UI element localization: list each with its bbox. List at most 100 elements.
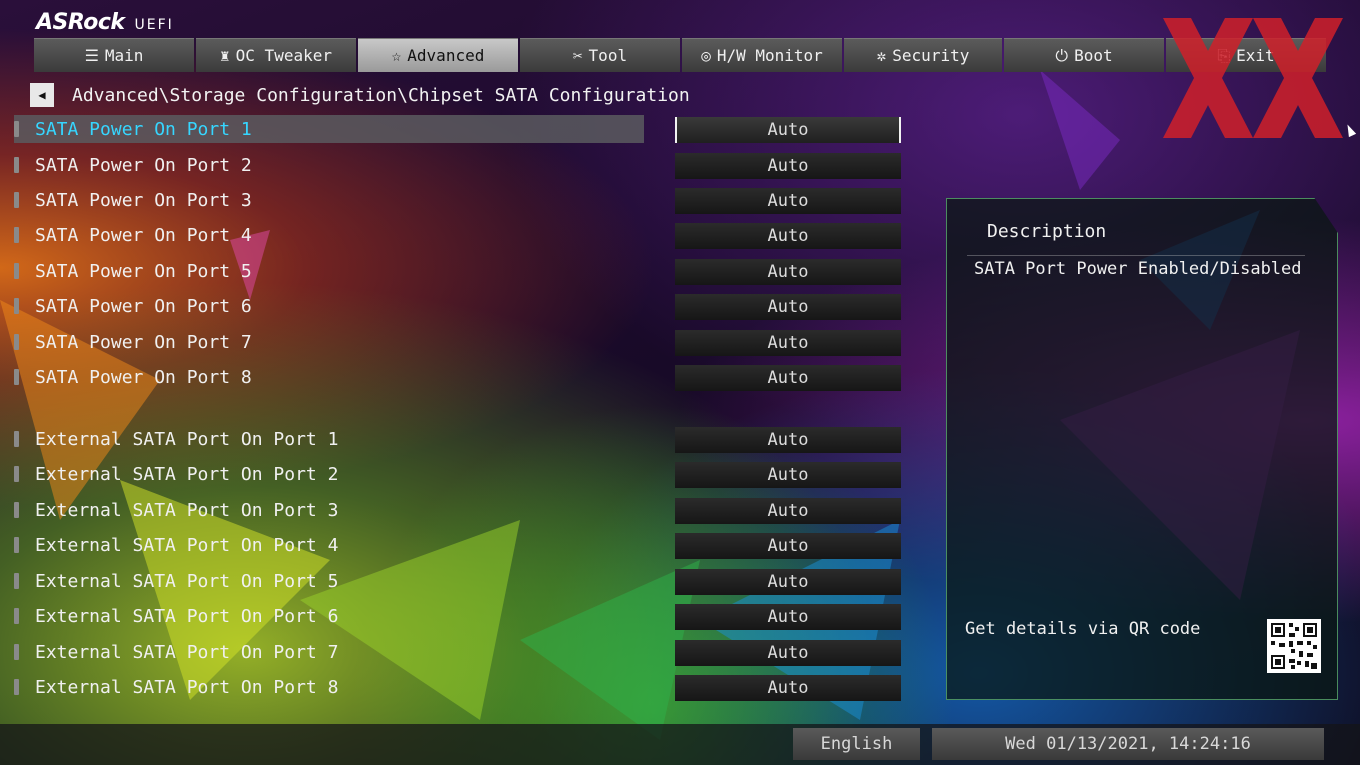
setting-label: External SATA Port On Port 5 [35, 570, 339, 592]
description-panel: Description SATA Port Power Enabled/Disa… [946, 198, 1338, 700]
value-select-external-sata-port-4[interactable]: Auto [675, 533, 901, 559]
setting-label: SATA Power On Port 1 [35, 118, 252, 140]
star-icon: ☆ [391, 46, 402, 65]
value-select-external-sata-port-1[interactable]: Auto [675, 427, 901, 453]
setting-label: External SATA Port On Port 2 [35, 463, 339, 485]
row-marker [14, 502, 19, 518]
tab-hw-monitor[interactable]: ◎ H/W Monitor [682, 38, 842, 72]
value-select-external-sata-port-5[interactable]: Auto [675, 569, 901, 595]
setting-label: External SATA Port On Port 7 [35, 641, 339, 663]
setting-label: External SATA Port On Port 4 [35, 534, 339, 556]
qr-code-icon [1267, 619, 1321, 673]
row-marker [14, 369, 19, 385]
setting-row-sata-power-port-1[interactable]: SATA Power On Port 1 [14, 115, 644, 143]
row-marker [14, 227, 19, 243]
breadcrumb-path: Advanced\Storage Configuration\Chipset S… [72, 84, 690, 106]
tab-tool[interactable]: ✂ Tool [520, 38, 680, 72]
description-divider [967, 255, 1305, 256]
tab-label: Advanced [407, 46, 485, 65]
setting-row-external-sata-port-6[interactable]: External SATA Port On Port 6 [14, 602, 644, 630]
row-marker [14, 466, 19, 482]
setting-label: External SATA Port On Port 6 [35, 605, 339, 627]
description-title: Description [987, 221, 1107, 242]
value-select-sata-power-port-6[interactable]: Auto [675, 294, 901, 320]
value-select-external-sata-port-7[interactable]: Auto [675, 640, 901, 666]
language-button[interactable]: English [793, 728, 920, 760]
row-marker [14, 263, 19, 279]
tab-label: Security [892, 46, 970, 65]
tab-label: OC Tweaker [235, 46, 332, 65]
value-select-external-sata-port-6[interactable]: Auto [675, 604, 901, 630]
tab-label: Tool [588, 46, 628, 65]
setting-label: SATA Power On Port 6 [35, 295, 252, 317]
value-select-sata-power-port-1[interactable]: Auto [675, 117, 901, 143]
power-icon: ⏻ [1055, 45, 1069, 65]
setting-row-external-sata-port-7[interactable]: External SATA Port On Port 7 [14, 638, 644, 666]
tab-security[interactable]: ✲ Security [844, 38, 1002, 72]
description-text: SATA Port Power Enabled/Disabled [974, 259, 1302, 279]
setting-row-sata-power-port-4[interactable]: SATA Power On Port 4 [14, 221, 644, 249]
value-select-sata-power-port-2[interactable]: Auto [675, 153, 901, 179]
row-marker [14, 192, 19, 208]
tab-boot[interactable]: ⏻ Boot [1004, 38, 1164, 72]
setting-label: SATA Power On Port 4 [35, 224, 252, 246]
setting-row-sata-power-port-6[interactable]: SATA Power On Port 6 [14, 292, 644, 320]
setting-label: External SATA Port On Port 1 [35, 428, 339, 450]
tab-label: Main [104, 46, 144, 65]
back-button[interactable]: ◀ [30, 83, 54, 107]
setting-row-sata-power-port-7[interactable]: SATA Power On Port 7 [14, 328, 644, 356]
setting-label: SATA Power On Port 3 [35, 189, 252, 211]
value-select-sata-power-port-7[interactable]: Auto [675, 330, 901, 356]
value-select-sata-power-port-4[interactable]: Auto [675, 223, 901, 249]
setting-row-sata-power-port-8[interactable]: SATA Power On Port 8 [14, 363, 644, 391]
row-marker [14, 121, 19, 137]
back-arrow-icon: ◀ [38, 88, 46, 102]
setting-row-external-sata-port-5[interactable]: External SATA Port On Port 5 [14, 567, 644, 595]
setting-row-external-sata-port-3[interactable]: External SATA Port On Port 3 [14, 496, 644, 524]
brand-name: ASRock [36, 10, 125, 35]
value-select-sata-power-port-5[interactable]: Auto [675, 259, 901, 285]
tab-oc-tweaker[interactable]: ♜ OC Tweaker [196, 38, 356, 72]
row-marker [14, 157, 19, 173]
setting-label: External SATA Port On Port 8 [35, 676, 339, 698]
value-select-external-sata-port-3[interactable]: Auto [675, 498, 901, 524]
value-select-external-sata-port-2[interactable]: Auto [675, 462, 901, 488]
setting-label: External SATA Port On Port 3 [35, 499, 339, 521]
setting-label: SATA Power On Port 5 [35, 260, 252, 282]
setting-row-external-sata-port-1[interactable]: External SATA Port On Port 1 [14, 425, 644, 453]
tab-main[interactable]: ☰ Main [34, 38, 194, 72]
date-time-display: Wed 01/13/2021, 14:24:16 [932, 728, 1324, 760]
setting-row-sata-power-port-5[interactable]: SATA Power On Port 5 [14, 257, 644, 285]
tab-advanced[interactable]: ☆ Advanced [358, 38, 518, 72]
breadcrumb: ◀ Advanced\Storage Configuration\Chipset… [30, 82, 690, 108]
tools-icon: ✂ [572, 46, 583, 65]
setting-row-external-sata-port-4[interactable]: External SATA Port On Port 4 [14, 531, 644, 559]
row-marker [14, 298, 19, 314]
setting-row-sata-power-port-3[interactable]: SATA Power On Port 3 [14, 186, 644, 214]
setting-row-external-sata-port-8[interactable]: External SATA Port On Port 8 [14, 673, 644, 701]
row-marker [14, 537, 19, 553]
row-marker [14, 334, 19, 350]
value-select-sata-power-port-3[interactable]: Auto [675, 188, 901, 214]
tab-label: H/W Monitor [716, 46, 823, 65]
row-marker [14, 573, 19, 589]
monitor-icon: ◎ [701, 46, 711, 65]
value-select-external-sata-port-8[interactable]: Auto [675, 675, 901, 701]
setting-label: SATA Power On Port 7 [35, 331, 252, 353]
qr-code-label: Get details via QR code [965, 619, 1201, 639]
row-marker [14, 431, 19, 447]
value-select-sata-power-port-8[interactable]: Auto [675, 365, 901, 391]
row-marker [14, 608, 19, 624]
tab-label: Boot [1074, 46, 1113, 65]
row-marker [14, 679, 19, 695]
setting-row-sata-power-port-2[interactable]: SATA Power On Port 2 [14, 151, 644, 179]
top-nav-tabs: ☰ Main ♜ OC Tweaker ☆ Advanced ✂ Tool ◎ … [34, 38, 1326, 72]
rocket-icon: ♜ [220, 46, 230, 65]
setting-row-external-sata-port-2[interactable]: External SATA Port On Port 2 [14, 460, 644, 488]
list-icon: ☰ [84, 46, 99, 65]
asrock-logo: ASRock UEFI [36, 10, 174, 36]
setting-label: SATA Power On Port 2 [35, 154, 252, 176]
row-marker [14, 644, 19, 660]
shield-icon: ✲ [876, 46, 887, 65]
watermark-logo [1163, 18, 1343, 138]
